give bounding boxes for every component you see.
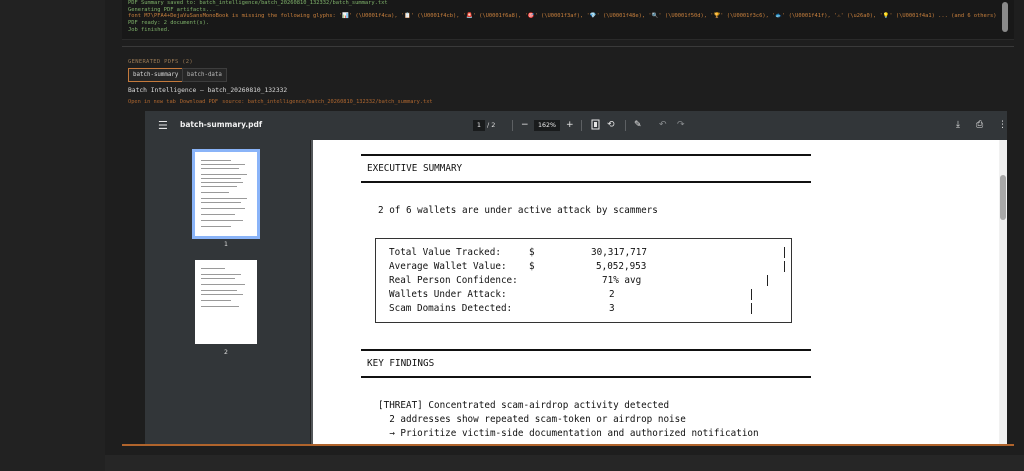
log-line: PDF Summary saved to: batch_intelligence… [128,0,388,6]
open-new-tab-link[interactable]: Open in new tab [128,99,176,105]
metric-label: Average Wallet Value: [389,261,507,272]
pdf-links: Open in new tab Download PDF source: batch… [128,99,437,105]
log-line: PDF ready: 2 document(s). [128,20,210,27]
undo-icon[interactable]: ↶ [659,119,667,131]
metric-bar [767,275,768,286]
pdf-viewer: ☰ batch-summary.pdf 1 / 2 − 162% + ⟲ ✎ ↶ [145,111,1007,444]
tab-batch-data[interactable]: batch-data [182,68,227,82]
annotate-icon[interactable]: ✎ [634,119,642,131]
left-gutter [0,0,105,471]
section-heading: EXECUTIVE SUMMARY [367,163,463,174]
batch-title: Batch Intelligence — batch_20260810_1323… [128,87,288,94]
zoom-input[interactable]: 162% [534,120,560,131]
metric-bar [784,247,785,258]
generated-pdfs-label: GENERATED PDFS (2) [128,59,194,65]
print-icon[interactable]: ⎙ [976,119,983,131]
download-icon[interactable]: ⤓ [956,119,960,131]
page-total: / 2 [487,121,496,129]
thumbnail-sidebar: 1 2 [145,140,311,444]
pdf-filename: batch-summary.pdf [180,120,263,129]
thumbnail-number: 1 [224,241,228,248]
rule [361,349,811,351]
source-path: source: batch_intelligence/batch_2026081… [222,99,433,105]
main-area: PDF Summary saved to: batch_intelligence… [105,0,1024,471]
more-options-icon[interactable]: ⋮ [998,119,1007,131]
metric-value: 3 [609,303,615,314]
metric-label: Wallets Under Attack: [389,289,507,300]
zoom-in-button[interactable]: + [566,119,574,131]
redo-icon[interactable]: ↷ [677,119,685,131]
metric-value: 5,052,953 [596,261,647,272]
log-line: Job finished. [128,26,171,33]
toolbar-divider [625,120,626,131]
page-number-input[interactable]: 1 [473,120,485,131]
rule [361,154,811,156]
metric-value: 30,317,717 [591,247,647,258]
metric-label: Scam Domains Detected: [389,303,513,314]
zoom-out-button[interactable]: − [521,119,529,131]
rotate-icon[interactable]: ⟲ [607,119,615,131]
metric-currency: $ [529,261,535,272]
log-scrollbar[interactable] [999,0,1013,40]
generated-pdfs-section: GENERATED PDFS (2) batch-summary batch-d… [122,47,1014,447]
log-line-warning: font M7\PFA4+DejaVuSansMonoBook is missi… [128,13,997,20]
app-root: PDF Summary saved to: batch_intelligence… [0,0,1024,471]
page-scrollbar[interactable] [999,140,1007,444]
rule [361,181,811,183]
rule [361,376,811,378]
finding-line: [THREAT] Concentrated scam-airdrop activ… [378,400,670,411]
job-log-panel[interactable]: PDF Summary saved to: batch_intelligence… [122,0,1014,40]
metric-bar [751,303,752,314]
section-heading: KEY FINDINGS [367,358,435,369]
metric-value: 2 [609,289,615,300]
pdf-page: EXECUTIVE SUMMARY 2 of 6 wallets are und… [313,140,1005,444]
pdf-toolbar: ☰ batch-summary.pdf 1 / 2 − 162% + ⟲ ✎ ↶ [145,111,1007,140]
metric-value: 71% avg [602,275,642,286]
download-pdf-link[interactable]: Download PDF [180,99,218,105]
fit-page-icon[interactable] [591,119,600,134]
thumbnail-number: 2 [224,349,228,356]
metric-label: Total Value Tracked: [389,247,501,258]
toolbar-divider [512,120,513,131]
menu-icon[interactable]: ☰ [158,119,168,132]
metric-currency: $ [529,247,535,258]
section-border [122,444,1014,446]
summary-line: 2 of 6 wallets are under active attack b… [378,205,658,216]
metric-label: Real Person Confidence: [389,275,518,286]
finding-line: → Prioritize victim-side documentation a… [378,428,759,439]
toolbar-divider [581,120,582,131]
metric-bar [751,289,752,300]
page-thumbnail-2[interactable] [195,260,257,344]
page-thumbnail-1[interactable] [192,149,260,239]
bottom-strip [105,455,1024,471]
pdf-page-area[interactable]: EXECUTIVE SUMMARY 2 of 6 wallets are und… [311,140,1007,444]
finding-line: 2 addresses show repeated scam-token or … [378,414,686,425]
tab-batch-summary[interactable]: batch-summary [128,68,184,82]
metric-bar [784,261,785,272]
